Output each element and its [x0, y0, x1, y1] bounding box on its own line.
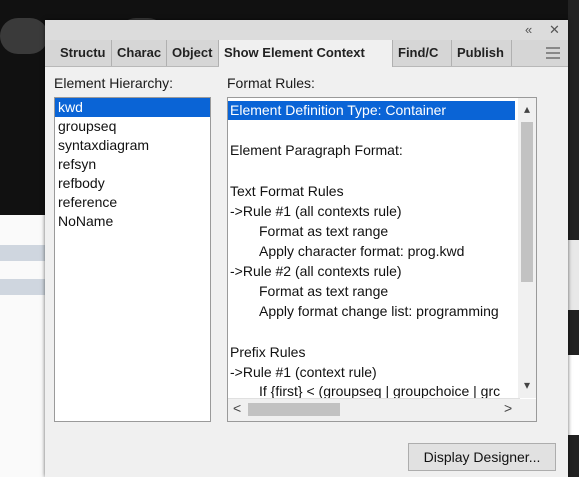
vertical-scrollbar[interactable]: ▴ ▾ [518, 98, 536, 398]
horizontal-scroll-thumb[interactable] [248, 403, 340, 416]
rule-line: Text Format Rules [230, 183, 344, 199]
collapse-icon[interactable]: « [525, 22, 532, 37]
rule-line: Prefix Rules [230, 344, 306, 360]
vertical-scroll-thumb[interactable] [521, 122, 533, 282]
hierarchy-item[interactable]: refsyn [55, 155, 210, 174]
background-shape [568, 240, 579, 310]
hierarchy-item[interactable]: reference [55, 193, 210, 212]
hierarchy-item[interactable]: kwd [55, 98, 210, 117]
hierarchy-item[interactable]: refbody [55, 174, 210, 193]
background-shape [0, 18, 48, 54]
format-rules-label: Format Rules: [227, 75, 315, 91]
rule-line: ->Rule #1 (context rule) [230, 364, 377, 380]
scroll-left-icon[interactable]: < [233, 400, 241, 416]
element-hierarchy-label: Element Hierarchy: [54, 75, 174, 91]
element-hierarchy-list[interactable]: kwd groupseq syntaxdiagram refsyn refbod… [54, 97, 211, 422]
scroll-right-icon[interactable]: > [504, 400, 512, 416]
background-shape [568, 355, 579, 435]
tab-structure[interactable]: Structu [55, 40, 112, 66]
background-strip [0, 245, 46, 261]
horizontal-scrollbar[interactable]: < > [228, 398, 520, 421]
tab-show-element-context[interactable]: Show Element Context [219, 40, 393, 67]
close-icon[interactable]: ✕ [549, 22, 560, 38]
tab-character[interactable]: Charac [112, 40, 167, 66]
scroll-down-icon[interactable]: ▾ [518, 378, 536, 392]
rule-line: Apply format change list: programming [259, 303, 499, 319]
scroll-corner [518, 399, 536, 421]
scroll-up-icon[interactable]: ▴ [518, 102, 536, 116]
background-edge [568, 0, 579, 477]
tab-find-change[interactable]: Find/C [393, 40, 452, 66]
hierarchy-item[interactable]: groupseq [55, 117, 210, 136]
panel-menu-icon[interactable] [546, 44, 560, 60]
tab-publish[interactable]: Publish [452, 40, 512, 66]
rule-line: Apply character format: prog.kwd [259, 243, 465, 259]
format-rules-text[interactable]: Element Definition Type: Container Eleme… [227, 97, 537, 422]
panel-titlebar: « ✕ [45, 20, 568, 40]
hierarchy-item[interactable]: syntaxdiagram [55, 136, 210, 155]
background-strip [0, 279, 46, 295]
rule-line: Format as text range [259, 223, 389, 239]
rule-line: Element Definition Type: Container [228, 101, 515, 120]
tab-bar: Structu Charac Object Show Element Conte… [45, 40, 568, 67]
rule-line: Element Paragraph Format: [230, 142, 403, 158]
show-element-context-panel: « ✕ Structu Charac Object Show Element C… [45, 20, 568, 477]
rule-line: ->Rule #2 (all contexts rule) [230, 263, 402, 279]
background-document [0, 215, 46, 477]
tab-object[interactable]: Object [167, 40, 219, 66]
display-designer-button[interactable]: Display Designer... [408, 443, 556, 471]
rule-line: ->Rule #1 (all contexts rule) [230, 203, 402, 219]
hierarchy-item[interactable]: NoName [55, 212, 210, 231]
rule-line: Format as text range [259, 283, 389, 299]
